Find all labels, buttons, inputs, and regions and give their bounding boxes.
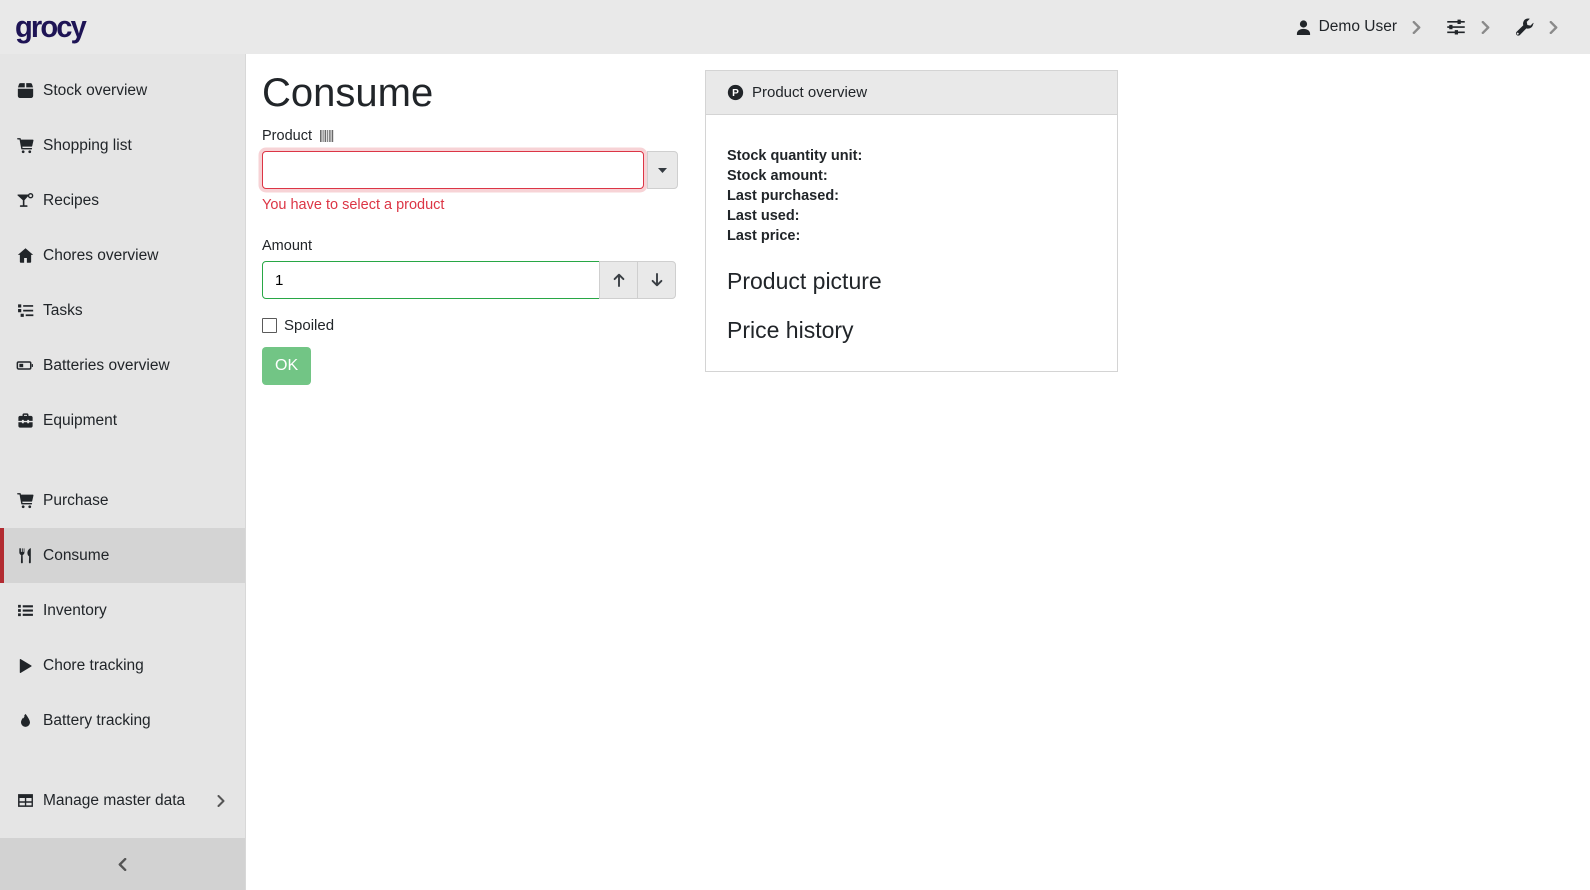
grocy-logo[interactable]: grocy (15, 9, 85, 45)
sidebar-item-label: Chores overview (43, 247, 158, 265)
price-history-heading: Price history (727, 317, 1096, 344)
product-dropdown-button[interactable] (647, 151, 678, 189)
toolbox-icon (16, 412, 34, 429)
sidebar-item-label: Equipment (43, 412, 117, 430)
sidebar-item-consume[interactable]: Consume (0, 528, 245, 583)
product-circle-icon: P (727, 84, 744, 101)
amount-decrement-button[interactable] (637, 261, 676, 299)
arrow-up-icon (611, 272, 627, 288)
sidebar-item-tasks[interactable]: Tasks (0, 283, 245, 338)
product-overview-card: P Product overview Stock quantity unit: … (705, 70, 1118, 372)
spoiled-label: Spoiled (284, 317, 334, 334)
svg-text:P: P (732, 88, 739, 99)
stock-quantity-unit-label: Stock quantity unit: (727, 146, 1096, 166)
arrow-down-icon (649, 272, 665, 288)
cocktail-icon (16, 192, 34, 209)
sidebar-item-label: Chore tracking (43, 657, 144, 675)
product-label: Product (262, 128, 312, 144)
sidebar-item-label: Purchase (43, 492, 108, 510)
utensils-icon (16, 547, 34, 564)
home-icon (16, 247, 34, 264)
last-purchased-label: Last purchased: (727, 186, 1096, 206)
sidebar-item-shopping-list[interactable]: Shopping list (0, 118, 245, 173)
stock-amount-label: Stock amount: (727, 166, 1096, 186)
sidebar: Stock overview Shopping list Recipes Cho… (0, 54, 246, 890)
sidebar-item-batteries-overview[interactable]: Batteries overview (0, 338, 245, 393)
battery-icon (16, 357, 34, 374)
top-bar: grocy Demo User (0, 0, 1590, 54)
sidebar-item-inventory[interactable]: Inventory (0, 583, 245, 638)
sidebar-item-manage-master-data[interactable]: Manage master data (0, 773, 245, 828)
wrench-icon[interactable] (1515, 18, 1534, 37)
sidebar-item-equipment[interactable]: Equipment (0, 393, 245, 448)
product-overview-title: Product overview (752, 84, 867, 101)
chevron-right-icon[interactable] (1549, 21, 1558, 34)
sidebar-item-chores-overview[interactable]: Chores overview (0, 228, 245, 283)
chevron-right-icon[interactable] (1481, 21, 1490, 34)
user-menu[interactable]: Demo User (1295, 18, 1397, 36)
sidebar-item-label: Stock overview (43, 82, 147, 100)
user-name: Demo User (1319, 18, 1397, 36)
product-overview-header: P Product overview (706, 71, 1117, 115)
product-overview-body: Stock quantity unit: Stock amount: Last … (706, 115, 1117, 371)
chevron-left-icon (118, 858, 127, 871)
amount-increment-button[interactable] (599, 261, 638, 299)
spoiled-row: Spoiled (262, 317, 678, 334)
amount-input[interactable] (262, 261, 600, 299)
last-used-label: Last used: (727, 206, 1096, 226)
sliders-icon[interactable] (1446, 17, 1466, 37)
sidebar-item-label: Manage master data (43, 792, 185, 810)
amount-group: Amount (262, 238, 678, 299)
ok-button[interactable]: OK (262, 347, 311, 385)
shopping-cart-icon (16, 492, 34, 509)
table-icon (16, 792, 34, 809)
chevron-right-icon[interactable] (1412, 21, 1421, 34)
drop-icon (16, 712, 34, 729)
last-price-label: Last price: (727, 226, 1096, 246)
sidebar-item-chore-tracking[interactable]: Chore tracking (0, 638, 245, 693)
play-icon (16, 658, 34, 674)
caret-down-icon (658, 168, 667, 173)
consume-form: Product You have to select a product Amo… (262, 128, 678, 385)
sidebar-group-spacer (0, 448, 245, 473)
sidebar-item-stock-overview[interactable]: Stock overview (0, 63, 245, 118)
sidebar-item-label: Inventory (43, 602, 107, 620)
sidebar-group-spacer (0, 748, 245, 773)
product-group: Product You have to select a product (262, 128, 678, 213)
sidebar-item-label: Consume (43, 547, 109, 565)
sidebar-item-battery-tracking[interactable]: Battery tracking (0, 693, 245, 748)
product-error-message: You have to select a product (262, 197, 678, 213)
user-icon (1295, 19, 1312, 36)
chevron-right-icon (217, 795, 225, 807)
sidebar-item-label: Tasks (43, 302, 83, 320)
topbar-actions: Demo User (1295, 17, 1560, 37)
barcode-icon (319, 130, 335, 142)
tasks-icon (16, 302, 34, 319)
shopping-cart-icon (16, 137, 34, 154)
spoiled-checkbox[interactable] (262, 318, 277, 333)
product-picture-heading: Product picture (727, 268, 1096, 295)
box-icon (16, 82, 34, 99)
sidebar-collapse-button[interactable] (0, 838, 245, 890)
amount-label: Amount (262, 238, 312, 254)
sidebar-item-label: Battery tracking (43, 712, 151, 730)
sidebar-item-purchase[interactable]: Purchase (0, 473, 245, 528)
sidebar-item-label: Batteries overview (43, 357, 170, 375)
sidebar-item-label: Recipes (43, 192, 99, 210)
sidebar-item-recipes[interactable]: Recipes (0, 173, 245, 228)
sidebar-item-label: Shopping list (43, 137, 132, 155)
product-input[interactable] (262, 151, 644, 189)
list-icon (16, 602, 34, 619)
